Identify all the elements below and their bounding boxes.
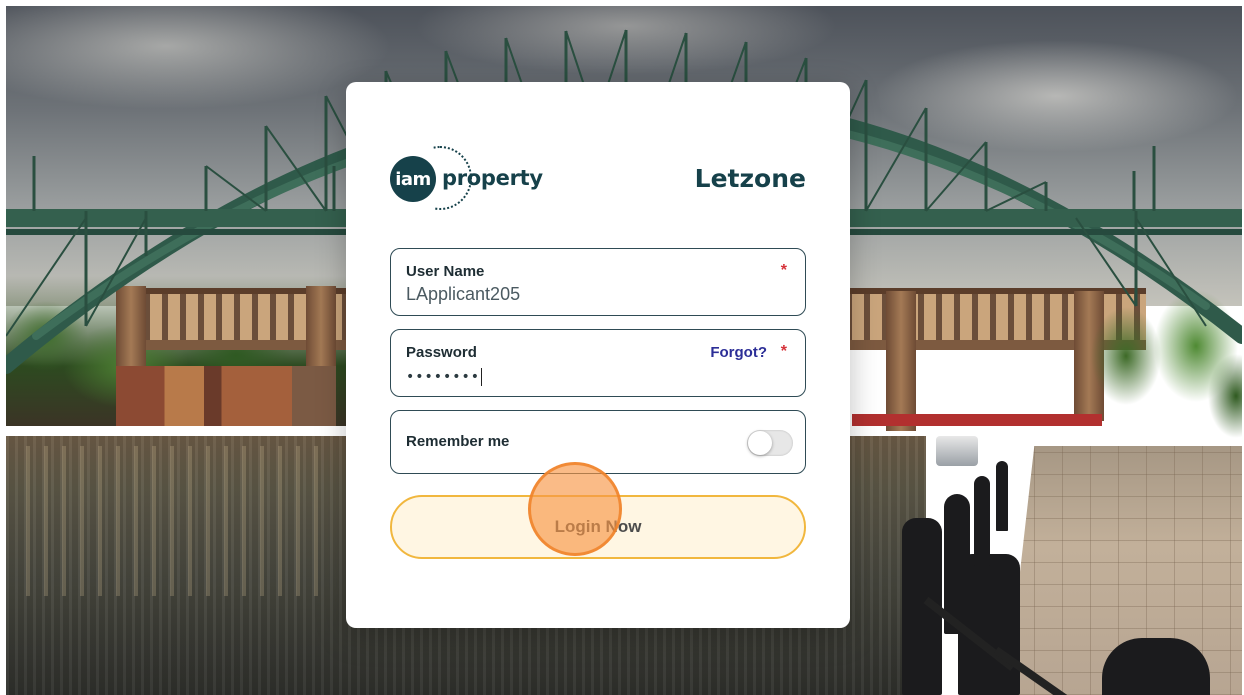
password-input[interactable]: •••••••• — [406, 368, 483, 386]
login-button[interactable]: Login Now — [390, 495, 806, 559]
remember-me-toggle[interactable] — [747, 430, 793, 456]
required-marker: * — [780, 343, 787, 360]
brand-header: iam property Letzone — [390, 146, 806, 210]
app-title: Letzone — [694, 164, 806, 193]
required-marker: * — [780, 262, 787, 279]
remember-me-row: Remember me — [390, 410, 806, 474]
forgot-password-link[interactable]: Forgot? — [710, 344, 767, 361]
password-label: Password — [406, 344, 477, 361]
logo-wordmark: property — [442, 166, 543, 190]
username-field[interactable]: User Name * — [390, 248, 806, 316]
remember-me-label: Remember me — [406, 433, 510, 450]
username-input[interactable] — [406, 284, 766, 305]
password-field[interactable]: Password Forgot? * •••••••• — [390, 329, 806, 397]
toggle-switch-icon — [748, 431, 772, 455]
text-caret — [481, 368, 483, 386]
logo-mark: iam — [390, 156, 436, 202]
login-page: iam property Letzone User Name * Passwor… — [6, 6, 1242, 695]
password-masked-value: •••••••• — [406, 369, 481, 385]
login-card: iam property Letzone User Name * Passwor… — [346, 82, 850, 628]
username-label: User Name — [406, 263, 485, 280]
iam-property-logo-icon: iam property — [390, 146, 550, 210]
